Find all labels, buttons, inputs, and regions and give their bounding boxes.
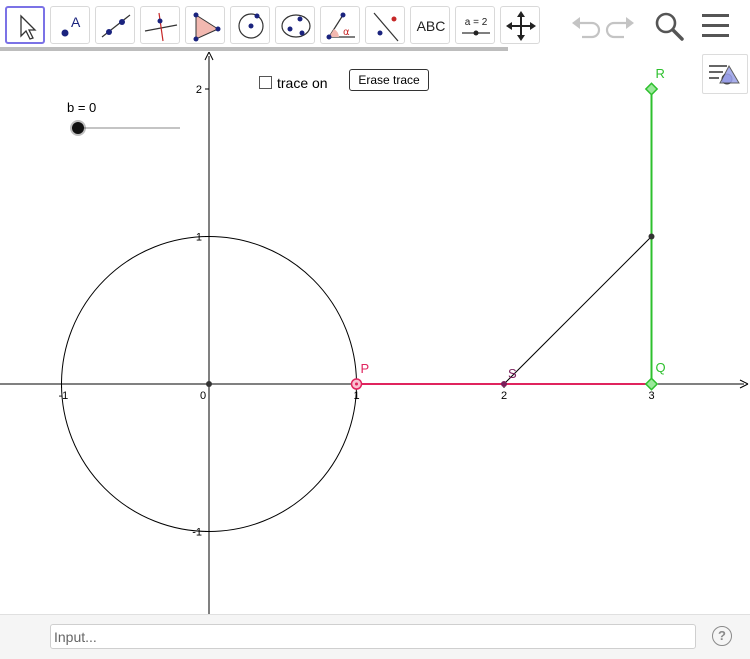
x-tick-label: 2 bbox=[501, 390, 507, 402]
search-icon[interactable] bbox=[652, 9, 686, 43]
point-r[interactable] bbox=[644, 82, 659, 96]
x-tick-label: 0 bbox=[200, 390, 206, 402]
axis-ticks: -1 0 1 2 321-1 bbox=[59, 84, 655, 539]
x-tick-label: 3 bbox=[649, 390, 655, 402]
trace-checkbox[interactable] bbox=[259, 76, 272, 89]
point-icon: A bbox=[61, 14, 81, 37]
trace-checkbox-label: trace on bbox=[277, 75, 328, 91]
slider-label: b = 0 bbox=[67, 100, 97, 115]
points: P S Q R bbox=[206, 66, 666, 391]
point-label-q: Q bbox=[656, 360, 666, 375]
graphics-view[interactable]: -1 0 1 2 321-1 P S QR bbox=[0, 52, 750, 614]
point-unlabeled[interactable] bbox=[648, 233, 655, 240]
line-icon bbox=[101, 14, 131, 38]
move-graphics-tool-button[interactable] bbox=[500, 6, 540, 44]
svg-text:A: A bbox=[71, 14, 81, 30]
help-icon[interactable]: ? bbox=[712, 626, 732, 646]
x-tick-label: -1 bbox=[59, 390, 69, 402]
point-label-s: S bbox=[508, 366, 517, 381]
axes bbox=[0, 52, 749, 614]
conic-tool-button[interactable] bbox=[275, 6, 315, 44]
style-bar-toggle[interactable] bbox=[702, 54, 748, 94]
angle-icon: α bbox=[326, 12, 355, 40]
slider-icon: a = 2 bbox=[462, 17, 490, 36]
redo-icon[interactable] bbox=[604, 9, 638, 43]
cursor-arrow-icon bbox=[20, 14, 37, 40]
text-tool-button[interactable]: ABC bbox=[410, 6, 450, 44]
svg-text:α: α bbox=[343, 27, 350, 38]
style-bar-icon bbox=[709, 64, 740, 85]
input-bar: ? bbox=[0, 614, 750, 659]
slider-knob[interactable] bbox=[72, 122, 84, 134]
erase-trace-button[interactable]: Erase trace bbox=[349, 69, 429, 91]
svg-text:ABC: ABC bbox=[417, 18, 446, 34]
undo-icon[interactable] bbox=[568, 9, 602, 43]
input-field[interactable] bbox=[50, 624, 696, 649]
reflect-tool-button[interactable] bbox=[365, 6, 405, 44]
point-q[interactable] bbox=[644, 377, 659, 391]
ellipse-icon bbox=[281, 14, 311, 38]
move-tool-button[interactable] bbox=[5, 6, 45, 44]
polygon-tool-button[interactable] bbox=[185, 6, 225, 44]
menu-icon[interactable] bbox=[700, 9, 734, 43]
reflect-icon bbox=[373, 12, 399, 42]
slider-tool-button[interactable]: a = 2 bbox=[455, 6, 495, 44]
angle-tool-button[interactable]: α bbox=[320, 6, 360, 44]
text-icon: ABC bbox=[417, 18, 446, 34]
perpendicular-tool-button[interactable] bbox=[140, 6, 180, 44]
toolbar-scrollbar[interactable] bbox=[0, 47, 508, 51]
construction bbox=[61, 89, 653, 532]
circle-tool-button[interactable] bbox=[230, 6, 270, 44]
point-s[interactable] bbox=[501, 381, 507, 387]
point-label-p: P bbox=[361, 361, 370, 376]
svg-text:a = 2: a = 2 bbox=[465, 17, 488, 28]
point-label-r: R bbox=[656, 66, 665, 81]
toolbar: A α ABC a = 2 bbox=[0, 0, 750, 52]
perpendicular-line-icon bbox=[144, 12, 178, 42]
point-p-center bbox=[355, 382, 358, 386]
triangle-icon bbox=[193, 12, 221, 42]
circle-icon bbox=[238, 13, 264, 39]
segment-s-diagonal[interactable] bbox=[503, 236, 652, 385]
y-tick-label: -1 bbox=[192, 527, 202, 539]
y-tick-label: 2 bbox=[196, 84, 202, 96]
point-tool-button[interactable]: A bbox=[50, 6, 90, 44]
line-tool-button[interactable] bbox=[95, 6, 135, 44]
origin-point[interactable] bbox=[206, 381, 212, 387]
move-arrows-icon bbox=[506, 11, 536, 41]
